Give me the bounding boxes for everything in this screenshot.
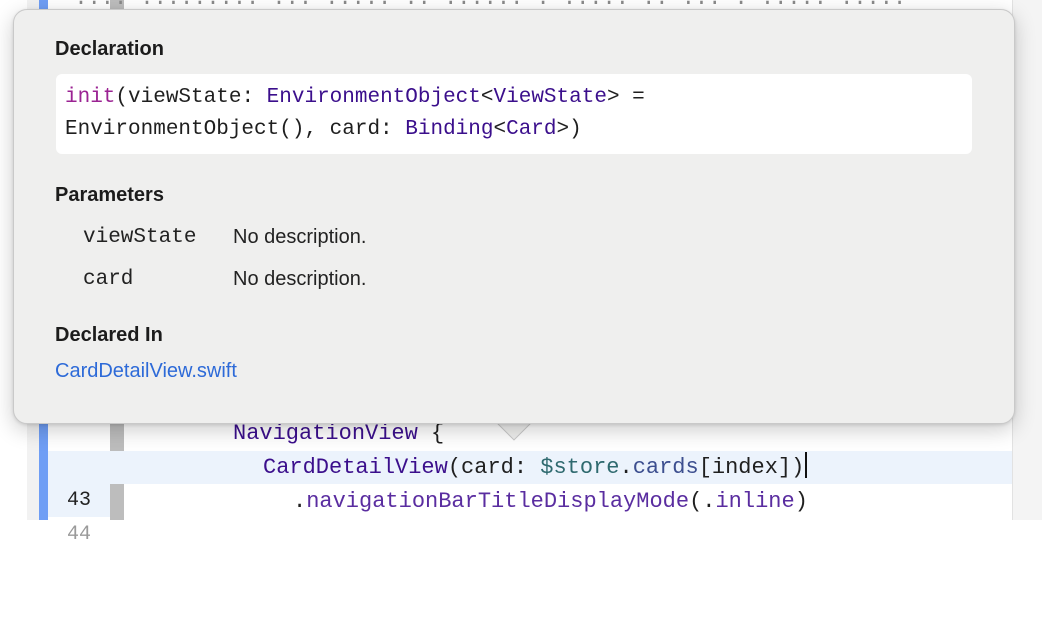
- parameters-heading: Parameters: [55, 184, 164, 206]
- declared-in-heading: Declared In: [55, 324, 163, 346]
- parameter-description-viewstate: No description.: [233, 226, 367, 248]
- line-number: 44: [48, 518, 110, 551]
- declaration-line-2: EnvironmentObject(), card: Binding<Card>…: [65, 118, 582, 141]
- declaration-line-1: init(viewState: EnvironmentObject<ViewSt…: [65, 86, 645, 109]
- declared-in-file-link[interactable]: CardDetailView.swift: [55, 360, 237, 383]
- text-cursor: [805, 452, 808, 478]
- minimap-edge[interactable]: [1012, 0, 1042, 520]
- parameter-name-viewstate: viewState: [83, 226, 197, 249]
- quick-help-popover: Declaration init(viewState: EnvironmentO…: [13, 9, 1015, 424]
- popover-arrow: [490, 421, 540, 451]
- declaration-heading: Declaration: [55, 38, 164, 60]
- code-line-44[interactable]: 44 .navigationBarTitleDisplayMode(.inlin…: [48, 485, 1012, 551]
- parameter-description-card: No description.: [233, 268, 367, 290]
- code-text: CardDetailView(card: $store.cards[index]…: [263, 451, 808, 484]
- parameter-name-card: card: [83, 268, 134, 291]
- declaration-code-box[interactable]: init(viewState: EnvironmentObject<ViewSt…: [56, 74, 972, 154]
- code-line-43-current[interactable]: 43 CardDetailView(card: $store.cards[ind…: [48, 451, 1012, 517]
- code-text: .navigationBarTitleDisplayMode(.inline): [293, 489, 808, 514]
